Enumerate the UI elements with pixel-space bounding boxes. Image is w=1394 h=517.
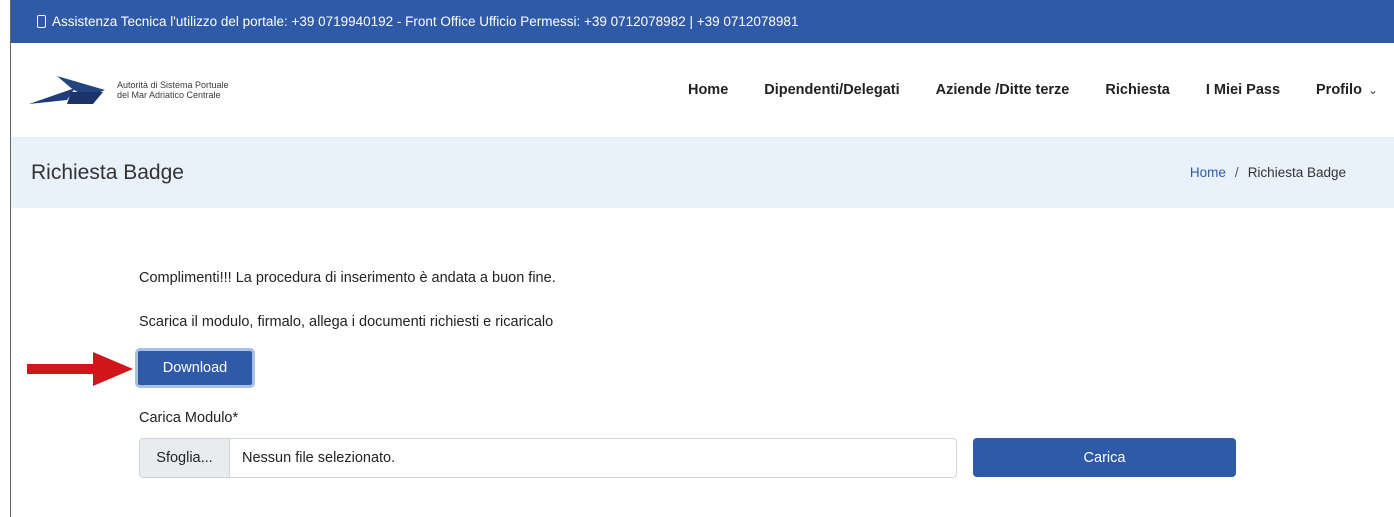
nav-item-miei-pass[interactable]: I Miei Pass (1206, 82, 1280, 98)
nav-item-richiesta[interactable]: Richiesta (1105, 82, 1169, 98)
nav-item-home[interactable]: Home (688, 82, 728, 98)
main-menu: Home Dipendenti/Delegati Aziende /Ditte … (688, 82, 1378, 98)
nav-item-richiesta-label: Richiesta (1105, 82, 1170, 98)
page-title: Richiesta Badge (31, 160, 184, 184)
chevron-down-icon: ⌄ (1367, 83, 1378, 97)
file-input[interactable]: Sfoglia... Nessun file selezionato. (139, 438, 957, 478)
title-band: Richiesta Badge Home / Richiesta Badge (11, 137, 1394, 208)
red-arrow-icon (27, 352, 133, 386)
upload-button[interactable]: Carica (973, 438, 1236, 477)
breadcrumb: Home / Richiesta Badge (1190, 165, 1346, 180)
file-name-display: Nessun file selezionato. (242, 450, 396, 466)
support-bar: Assistenza Tecnica l'utilizzo del portal… (11, 0, 1394, 43)
logo[interactable]: Autorità di Sistema Portuale del Mar Adr… (27, 70, 229, 110)
nav-item-dipendenti[interactable]: Dipendenti/Delegati (764, 82, 899, 98)
app-window: Assistenza Tecnica l'utilizzo del portal… (10, 0, 1394, 517)
nav-item-home-label: Home (687, 82, 729, 98)
nav-item-miei-pass-label: I Miei Pass (1205, 82, 1281, 98)
phone-icon (37, 15, 46, 28)
nav-item-profilo-label: Profilo (1316, 82, 1362, 98)
nav-item-aziende[interactable]: Aziende /Ditte terze (936, 82, 1070, 98)
breadcrumb-current: Richiesta Badge (1247, 165, 1346, 180)
nav-item-profilo[interactable]: Profilo ⌄ (1316, 82, 1378, 98)
nav-item-dipendenti-label: Dipendenti/Delegati (764, 82, 900, 98)
logo-text: Autorità di Sistema Portuale del Mar Adr… (117, 80, 229, 100)
navbar: Autorità di Sistema Portuale del Mar Adr… (11, 43, 1394, 137)
logo-line-2: del Mar Adriatico Centrale (117, 90, 221, 100)
nav-item-aziende-label: Aziende /Ditte terze (935, 82, 1070, 98)
success-message: Complimenti!!! La procedura di inserimen… (139, 270, 556, 286)
breadcrumb-home-link[interactable]: Home (1190, 165, 1226, 180)
download-button[interactable]: Download (135, 348, 255, 388)
logo-mark-icon (29, 76, 105, 104)
breadcrumb-separator: / (1234, 165, 1239, 180)
browse-button[interactable]: Sfoglia... (140, 439, 230, 477)
instruction-text: Scarica il modulo, firmalo, allega i doc… (139, 314, 554, 330)
logo-line-1: Autorità di Sistema Portuale (117, 80, 229, 90)
upload-label: Carica Modulo* (139, 410, 239, 426)
support-text: Assistenza Tecnica l'utilizzo del portal… (52, 14, 799, 29)
